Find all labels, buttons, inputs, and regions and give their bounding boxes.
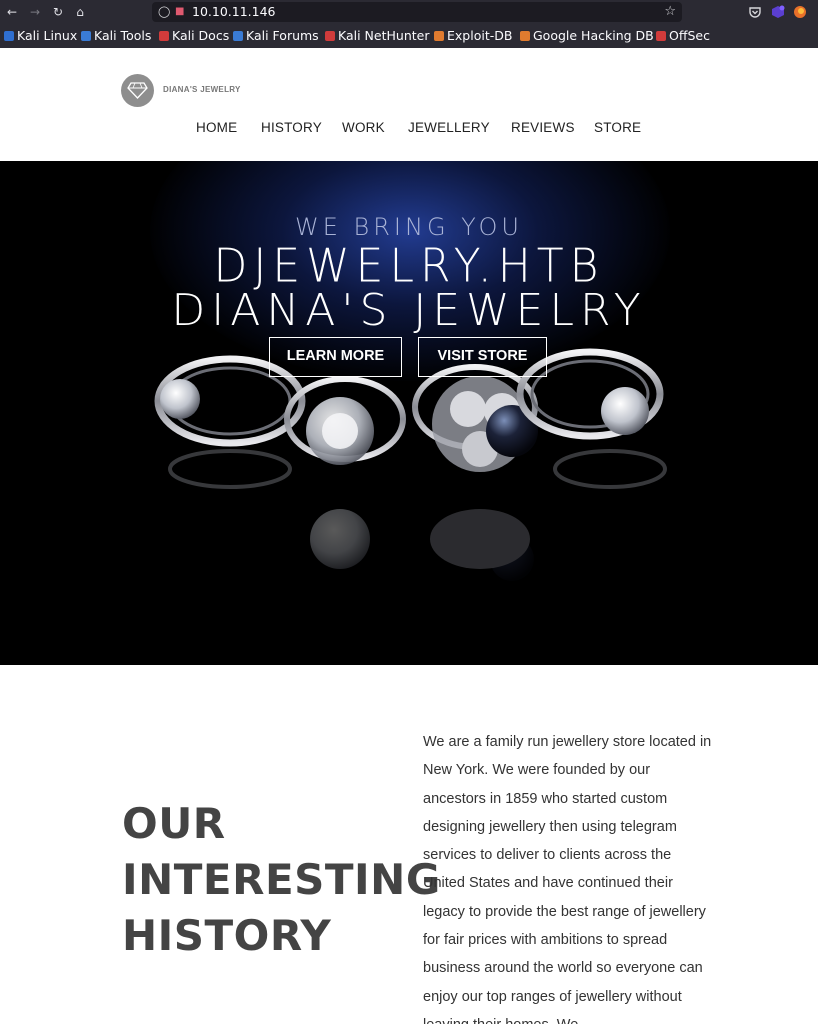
bookmark-label: Kali Tools — [94, 28, 152, 43]
hero-subtitle: WE BRING YOU — [295, 213, 523, 241]
nav-store[interactable]: STORE — [594, 120, 641, 135]
bookmark-google-hacking-db[interactable]: Google Hacking DB — [520, 27, 654, 45]
history-heading: OUR INTERESTING HISTORY — [122, 796, 442, 964]
url-bar[interactable]: ◯ ■ 10.10.11.146 ☆ — [152, 2, 682, 22]
nav-work[interactable]: WORK — [342, 120, 385, 135]
learn-more-button[interactable]: LEARN MORE — [269, 337, 402, 377]
nav-home[interactable]: HOME — [196, 120, 237, 135]
nav-jewellery[interactable]: JEWELLERY — [408, 120, 490, 135]
bookmark-label: Kali Linux — [17, 28, 78, 43]
visit-store-button[interactable]: VISIT STORE — [418, 337, 547, 377]
bookmark-label: Kali Forums — [246, 28, 319, 43]
bookmark-star-icon[interactable]: ☆ — [664, 4, 676, 20]
rings-image — [154, 348, 667, 581]
bookmark-label: Kali Docs — [172, 28, 230, 43]
firefox-menu-icon[interactable] — [793, 4, 809, 20]
offsec-icon — [656, 31, 666, 41]
browser-chrome: ← → ↻ ⌂ ◯ ■ 10.10.11.146 ☆ Kali Linux Ka… — [0, 0, 818, 48]
kali-docs-icon — [159, 31, 169, 41]
bookmark-kali-linux[interactable]: Kali Linux — [4, 27, 77, 45]
browser-toolbar: ← → ↻ ⌂ ◯ ■ 10.10.11.146 ☆ — [0, 0, 818, 24]
kali-tools-icon — [81, 31, 91, 41]
home-icon[interactable]: ⌂ — [72, 4, 88, 20]
nethunter-icon — [325, 31, 335, 41]
history-heading-line: OUR — [122, 799, 226, 848]
history-heading-line: INTERESTING — [122, 855, 441, 904]
diamond-logo-icon[interactable] — [121, 74, 154, 107]
nav-reviews[interactable]: REVIEWS — [511, 120, 575, 135]
bookmark-label: Google Hacking DB — [533, 28, 654, 43]
bookmark-kali-forums[interactable]: Kali Forums — [233, 27, 319, 45]
exploit-db-icon — [434, 31, 444, 41]
hero-banner: WE BRING YOU DJEWELRY.HTB DIANA'S JEWELR… — [0, 161, 818, 665]
history-paragraph: We are a family run jewellery store loca… — [423, 734, 712, 1024]
extension-icon[interactable] — [771, 4, 787, 20]
bookmark-offsec[interactable]: OffSec — [656, 27, 710, 45]
ghdb-icon — [520, 31, 530, 41]
shield-icon[interactable]: ◯ — [158, 5, 170, 19]
site-header: DIANA'S JEWELRY HOME HISTORY WORK JEWELL… — [0, 48, 818, 161]
forward-arrow-icon[interactable]: → — [27, 4, 43, 20]
bookmark-kali-tools[interactable]: Kali Tools — [81, 27, 151, 45]
bookmark-label: Exploit-DB — [447, 28, 513, 43]
history-heading-line: HISTORY — [122, 911, 332, 960]
nav-history[interactable]: HISTORY — [261, 120, 322, 135]
bookmark-exploit-db[interactable]: Exploit-DB — [434, 27, 512, 45]
bookmarks-bar: Kali Linux Kali Tools Kali Docs Kali For… — [0, 26, 818, 46]
pocket-icon[interactable] — [748, 4, 764, 20]
kali-forums-icon — [233, 31, 243, 41]
bookmark-kali-docs[interactable]: Kali Docs — [159, 27, 229, 45]
insecure-lock-icon[interactable]: ■ — [175, 5, 187, 19]
hero-title-name: DIANA'S JEWELRY — [171, 285, 647, 336]
back-arrow-icon[interactable]: ← — [4, 4, 20, 20]
bookmark-kali-nethunter[interactable]: Kali NetHunter — [325, 27, 429, 45]
logo-text[interactable]: DIANA'S JEWELRY — [163, 85, 241, 94]
bookmark-label: OffSec — [669, 28, 710, 43]
bookmark-label: Kali NetHunter — [338, 28, 430, 43]
url-text[interactable]: 10.10.11.146 — [192, 4, 276, 20]
reload-icon[interactable]: ↻ — [50, 4, 66, 20]
kali-dragon-icon — [4, 31, 14, 41]
